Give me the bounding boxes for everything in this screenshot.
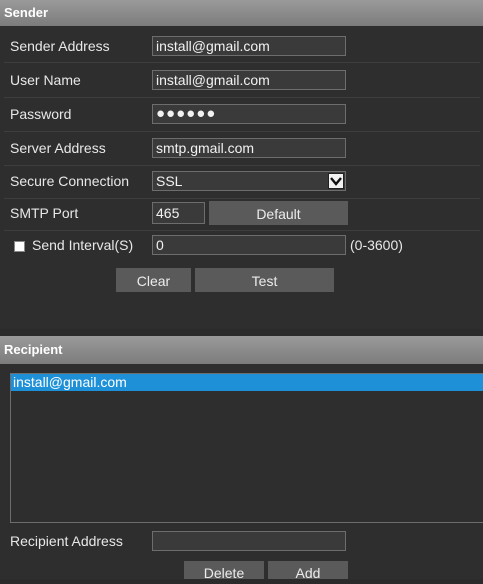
server-address-input[interactable] bbox=[152, 138, 346, 158]
row-divider bbox=[4, 131, 480, 132]
row-divider bbox=[4, 198, 480, 199]
secure-connection-value: SSL bbox=[156, 173, 183, 189]
send-interval-input[interactable] bbox=[152, 235, 346, 255]
delete-button[interactable]: Delete bbox=[184, 561, 264, 581]
send-interval-range: (0-3600) bbox=[350, 237, 403, 253]
sender-section-header: Sender bbox=[0, 0, 483, 26]
password-label: Password bbox=[10, 106, 72, 122]
secure-connection-label: Secure Connection bbox=[10, 173, 130, 189]
password-mask: ●●●●●● bbox=[156, 105, 217, 122]
row-divider bbox=[4, 165, 480, 166]
recipient-address-label: Recipient Address bbox=[10, 533, 123, 549]
row-divider bbox=[4, 97, 480, 98]
recipient-section-title: Recipient bbox=[4, 342, 63, 357]
smtp-port-label: SMTP Port bbox=[10, 205, 79, 221]
chevron-down-icon[interactable] bbox=[328, 173, 344, 189]
smtp-port-input[interactable] bbox=[152, 202, 205, 224]
add-button[interactable]: Add bbox=[268, 561, 348, 581]
send-interval-label: Send Interval(S) bbox=[32, 237, 134, 253]
row-divider bbox=[4, 230, 480, 231]
sender-address-input[interactable] bbox=[152, 36, 346, 56]
clear-button[interactable]: Clear bbox=[116, 268, 191, 292]
user-name-label: User Name bbox=[10, 72, 81, 88]
user-name-input[interactable] bbox=[152, 70, 346, 90]
default-button[interactable]: Default bbox=[209, 201, 348, 225]
send-interval-checkbox[interactable] bbox=[14, 241, 25, 252]
recipient-section-header: Recipient bbox=[0, 336, 483, 364]
server-address-label: Server Address bbox=[10, 140, 106, 156]
row-divider bbox=[4, 62, 480, 63]
test-button[interactable]: Test bbox=[195, 268, 334, 292]
sender-address-label: Sender Address bbox=[10, 38, 110, 54]
recipient-list-item-text: install@gmail.com bbox=[13, 374, 127, 390]
password-input[interactable]: ●●●●●● bbox=[152, 104, 346, 124]
recipient-address-input[interactable] bbox=[152, 531, 346, 551]
list-item[interactable]: install@gmail.com bbox=[11, 374, 483, 391]
sender-section-title: Sender bbox=[4, 5, 49, 20]
secure-connection-select[interactable]: SSL bbox=[152, 171, 346, 191]
recipient-list[interactable]: install@gmail.com bbox=[10, 373, 483, 523]
